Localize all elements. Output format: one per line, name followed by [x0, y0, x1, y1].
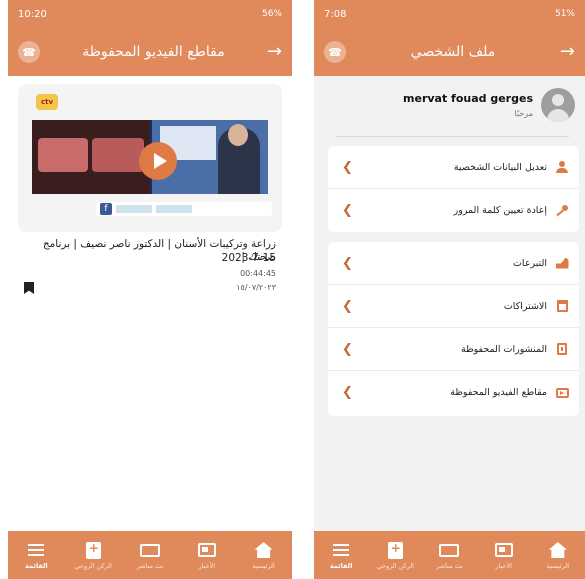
channel-logo: ctv [36, 94, 58, 110]
nav-label: القائمة [329, 562, 353, 570]
nav-label: الركن الروحي [376, 562, 414, 570]
status-time: 10:20 [18, 8, 47, 20]
saved-videos-screen: 10:20 56% ☎ مقاطع الفيديو المحفوظة → ctv… [8, 0, 292, 579]
nav-item-home[interactable]: الرئيسية [531, 540, 585, 570]
news-icon [197, 543, 216, 557]
app-bar: ☎ ملف الشخصي → [314, 28, 585, 76]
menu-item-subscriptions[interactable]: ❮ الاشتراكات [328, 285, 579, 328]
menu-item-label: الاشتراكات [503, 300, 547, 312]
menu-item-label: التبرعات [512, 257, 547, 269]
nav-item-live[interactable]: بث مباشر [123, 540, 177, 570]
divider [336, 136, 569, 137]
bell-icon[interactable]: ☎ [324, 41, 346, 63]
donate-icon [555, 257, 569, 269]
chevron-left-icon: ❮ [342, 255, 353, 271]
app-bar: ☎ مقاطع الفيديو المحفوظة → [8, 28, 292, 76]
nav-item-news[interactable]: الأخبار [477, 540, 531, 570]
page-title: مقاطع الفيديو المحفوظة [82, 44, 225, 60]
thumbnail-caption-bar: f [96, 202, 272, 216]
nav-item-spiritual[interactable]: الركن الروحي [368, 540, 422, 571]
bell-icon[interactable]: ☎ [18, 41, 40, 63]
nav-label: بث مباشر [436, 562, 463, 570]
profile-screen: 7:08 51% ☎ ملف الشخصي → mervat fouad ger… [314, 0, 585, 579]
video-hijri-date: ١٥/٠٧/٢٠٢٣ [236, 283, 276, 292]
nav-label: الأخبار [198, 562, 216, 570]
menu-item-label: إعادة تعيين كلمة المرور [453, 205, 547, 216]
user-icon [556, 161, 568, 173]
nav-label: الأخبار [495, 562, 512, 570]
play-icon [153, 153, 167, 169]
nav-label: بث مباشر [136, 562, 164, 570]
chevron-left-icon: ❮ [342, 159, 353, 175]
video-duration: 00:44:45 [240, 269, 276, 278]
saved-posts-icon [557, 343, 567, 355]
live-tv-icon [439, 543, 460, 557]
nav-item-live[interactable]: بث مباشر [422, 540, 476, 570]
home-icon [548, 542, 567, 558]
arrow-right-icon[interactable]: → [267, 43, 282, 61]
news-icon [494, 543, 513, 557]
chevron-left-icon: ❮ [342, 341, 353, 357]
menu-item-label: مقاطع الفيديو المحفوظة [450, 387, 547, 398]
subscriptions-icon [556, 300, 568, 312]
status-bar: 7:08 51% [314, 0, 585, 28]
chevron-left-icon: ❮ [342, 385, 353, 400]
nav-item-menu[interactable]: القائمة [9, 540, 63, 570]
bookmark-icon[interactable] [24, 282, 34, 294]
profile-name: mervat fouad gerges [403, 92, 533, 105]
account-menu: ❮ تعديل البيانات الشخصية ❮ إعادة تعيين ك… [328, 146, 579, 232]
bottom-nav: القائمة الركن الروحي بث مباشر الأخبار ال… [8, 531, 292, 579]
menu-icon [28, 544, 45, 556]
dental-image [32, 120, 150, 194]
nav-item-menu[interactable]: القائمة [314, 540, 368, 570]
menu-icon [333, 544, 350, 556]
nav-label: القائمة [25, 562, 48, 570]
status-battery: 51% [554, 9, 575, 19]
status-bar: 10:20 56% [8, 0, 292, 28]
bottom-nav: القائمة الركن الروحي بث مباشر الأخبار ال… [314, 531, 585, 579]
menu-item-label: تعديل البيانات الشخصية [453, 161, 547, 173]
video-date: 2023-7-15 [221, 252, 276, 264]
nav-item-home[interactable]: الرئيسية [237, 540, 291, 570]
home-icon [254, 542, 273, 558]
menu-item-reset-password[interactable]: ❮ إعادة تعيين كلمة المرور [328, 189, 579, 232]
profile-header: mervat fouad gerges مرحبًا [314, 76, 585, 134]
profile-greeting: مرحبًا [514, 109, 534, 118]
key-icon [556, 204, 568, 217]
spiritual-corner-icon [85, 541, 101, 559]
profile-content: mervat fouad gerges مرحبًا ❮ تعديل البيا… [314, 76, 585, 531]
nav-item-spiritual[interactable]: الركن الروحي [66, 540, 120, 571]
nav-label: الرئيسية [252, 562, 275, 570]
chevron-left-icon: ❮ [342, 203, 353, 218]
play-button[interactable] [139, 142, 177, 180]
menu-item-saved-videos[interactable]: ❮ مقاطع الفيديو المحفوظة [328, 371, 579, 414]
status-battery: 56% [261, 9, 282, 19]
nav-label: الرئيسية [546, 562, 570, 570]
page-title: ملف الشخصي [410, 44, 496, 60]
menu-item-saved-posts[interactable]: ❮ المنشورات المحفوظة [328, 328, 579, 371]
status-time: 7:08 [324, 8, 347, 20]
menu-item-donations[interactable]: ❮ التبرعات [328, 242, 579, 285]
video-thumbnail[interactable]: ctv f [18, 84, 282, 232]
live-tv-icon [139, 543, 160, 557]
arrow-right-icon[interactable]: → [560, 43, 575, 61]
video-list: ctv f زراعة وتركيبات الأسنان | الدكتور ن… [8, 76, 292, 531]
spiritual-corner-icon [387, 541, 403, 559]
facebook-icon: f [100, 203, 112, 215]
menu-item-label: المنشورات المحفوظة [461, 343, 547, 355]
chevron-left-icon: ❮ [342, 298, 353, 314]
activity-menu: ❮ التبرعات ❮ الاشتراكات ❮ المنشورات المح… [328, 242, 579, 416]
nav-label: الركن الروحي [74, 562, 112, 570]
menu-item-edit-profile[interactable]: ❮ تعديل البيانات الشخصية [328, 146, 579, 189]
saved-videos-icon [555, 387, 569, 398]
nav-item-news[interactable]: الأخبار [180, 540, 234, 570]
avatar[interactable] [541, 88, 575, 122]
